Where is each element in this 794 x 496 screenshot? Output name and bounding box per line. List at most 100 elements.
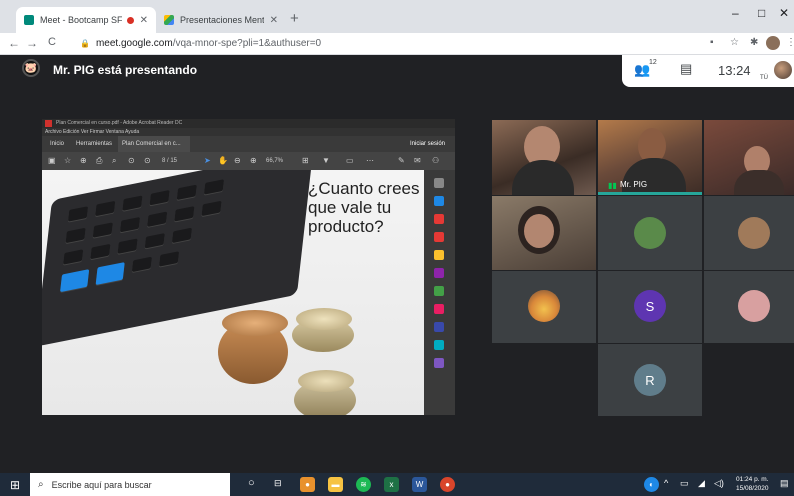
meeting-time: 13:24 [718,63,751,78]
participant-letter-avatar: R [634,364,666,396]
task-view-icon[interactable]: ⊟ [274,478,282,489]
participant-tile-9[interactable] [704,271,794,343]
battery-icon[interactable]: ▭ [680,478,689,489]
notifications-icon[interactable]: ▤ [780,478,789,489]
participant-avatar [528,290,560,322]
mail-icon: ✉ [414,156,421,165]
clock-date: 15/08/2020 [736,485,769,492]
taskbar-search[interactable]: ⌕ Escribe aquí para buscar [30,473,230,496]
address-bar-row: ← → C 🔒 meet.google.com /vqa-mnor-spe?pl… [0,33,794,55]
word-icon[interactable]: W [412,477,427,492]
volume-icon[interactable]: ◁) [714,478,724,489]
clock-time: 01:24 p. m. [736,476,769,483]
tab-meet[interactable]: Meet - Bootcamp SFR 4ta Ge ✕ [16,7,156,33]
profile-avatar[interactable] [766,36,780,50]
pdf-tab-doc: Plan Comercial en c... [118,136,190,152]
slide-question: ¿Cuanto crees que vale tu producto? [308,179,420,236]
chrome-icon[interactable]: ● [300,477,315,492]
pdf-app-title: Plan Comercial en curso.pdf - Adobe Acro… [56,120,183,126]
search-icon: ⌕ [38,479,44,490]
zoom-out-icon: ⊖ [234,156,241,165]
participant-tile-8[interactable]: S [598,271,702,343]
participant-avatar [634,217,666,249]
more-icon: ⋯ [366,156,374,165]
reload-button[interactable]: C [48,36,56,48]
close-tab-icon[interactable]: ✕ [270,15,278,26]
participant-count: 12 [649,59,657,66]
participant-tile-10[interactable]: R [598,344,702,416]
slide-line-3: producto? [308,217,384,236]
taskbar-clock[interactable]: 01:24 p. m. 15/08/2020 [736,475,769,493]
wifi-icon[interactable]: ◢ [698,478,705,489]
extension-icon[interactable]: ✱ [750,37,758,48]
sign-icon: ✎ [398,156,405,165]
combine-icon [434,268,444,278]
organize-icon [434,286,444,296]
participant-tile-7[interactable] [492,271,596,343]
participant-tile-1[interactable] [492,120,596,195]
presenter-avatar: 🐷 [22,59,40,77]
new-tab-button[interactable]: + [290,10,299,27]
people-icon[interactable]: 👥 [634,62,650,78]
participant-tile-5[interactable] [598,196,702,270]
comment-tool-icon [434,250,444,260]
cast-icon[interactable]: ▪ [710,37,714,48]
browser-tab-bar: Meet - Bootcamp SFR 4ta Ge ✕ Presentacio… [0,0,794,33]
app-icon[interactable]: ● [440,477,455,492]
pdf-title-bar: Plan Comercial en curso.pdf - Adobe Acro… [42,119,455,128]
participant-name: Mr. PIG [620,180,648,189]
tab-title: Meet - Bootcamp SFR 4ta Ge [40,15,122,25]
url-host: meet.google.com [95,38,173,49]
forward-button[interactable]: → [26,36,38,50]
tab-presentaciones[interactable]: Presentaciones Mentores - Goog ✕ [156,7,286,33]
select-tool-icon: ➤ [204,156,211,165]
self-avatar[interactable] [774,61,792,79]
highlight-icon: ▼ [322,156,330,165]
windows-start-icon[interactable]: ⊞ [10,478,20,492]
pdf-tab-tools: Herramientas [76,141,113,147]
weather-icon[interactable]: ◐ [644,477,659,492]
share-icon: ⚇ [432,156,440,165]
speaking-indicator-icon: ▮▮ [608,181,617,190]
search-placeholder: Escribe aquí para buscar [51,479,152,490]
pdf-toolbar: ▣ ☆ ⊕ ⎙ ⌕ ⊙ ⊙ 8 / 15 ➤ ✋ ⊖ ⊕ 66,7% ⊞ ▼ ▭… [42,152,455,170]
close-window-button[interactable]: ✕ [779,6,789,20]
speaking-bar [598,192,702,195]
menu-icon[interactable]: ⋮ [786,37,794,48]
recording-icon [126,16,134,24]
print-icon: ⎙ [96,156,103,165]
close-tab-icon[interactable]: ✕ [140,15,148,26]
participant-tile-3[interactable] [704,120,794,195]
participant-tile-6[interactable] [704,196,794,270]
windows-taskbar: ⊞ ⌕ Escribe aquí para buscar ○ ⊟ ● ▬ ≋ x… [0,473,794,496]
pdf-tools-sidebar [424,170,455,415]
create-pdf-icon [434,214,444,224]
participant-tile-4[interactable] [492,196,596,270]
fill-sign-icon [434,304,444,314]
meet-favicon-icon [24,15,34,25]
file-explorer-icon[interactable]: ▬ [328,477,343,492]
tray-arrow-icon[interactable]: ^ [664,478,668,488]
shared-screen: Plan Comercial en curso.pdf - Adobe Acro… [42,119,455,415]
participant-tile-speaker[interactable]: ▮▮ Mr. PIG [598,120,702,195]
excel-icon[interactable]: x [384,477,399,492]
bookmark-star-icon[interactable]: ☆ [730,37,739,48]
spotify-icon[interactable]: ≋ [356,477,371,492]
meeting-info-bar: 👥 12 ▤ 13:24 TÚ [622,55,794,87]
zoom-search-icon: ⌕ [112,156,117,165]
url-field[interactable]: 🔒 meet.google.com /vqa-mnor-spe?pli=1&au… [80,35,321,52]
maximize-button[interactable]: □ [758,6,765,20]
back-button[interactable]: ← [8,36,20,50]
upload-icon: ⊕ [80,156,87,165]
chat-icon[interactable]: ▤ [680,61,692,77]
slide-line-1: ¿Cuanto crees [308,179,420,198]
minimize-button[interactable]: – [732,6,739,20]
save-icon: ▣ [48,156,56,165]
zoom-icon [434,178,444,188]
zoom-in-icon: ⊕ [250,156,257,165]
page-indicator: 8 / 15 [162,158,178,164]
cortana-icon[interactable]: ○ [248,477,255,489]
zoom-level: 66,7% [266,158,284,164]
more-tools-icon [434,358,444,368]
pdf-tab-home: Inicio [50,141,65,147]
